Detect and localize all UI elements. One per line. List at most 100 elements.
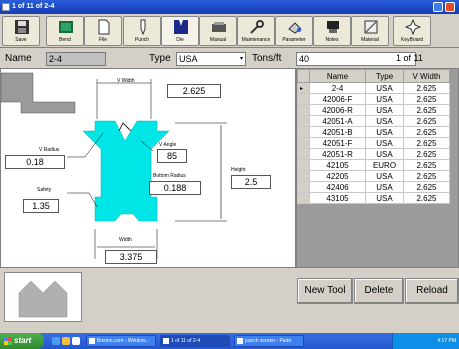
tool-table-panel: Name Type V Width ▸ 2-4 USA 2.625 42006-F US… — [296, 68, 459, 268]
row-selector-header — [297, 69, 310, 83]
taskbar-item-paint[interactable]: punch screen - Paint — [234, 335, 304, 347]
keyboard-button[interactable]: KeyBoard — [393, 16, 431, 46]
row-selector — [297, 181, 310, 193]
height-label: Height — [231, 167, 246, 173]
ie-quicklaunch-icon[interactable] — [52, 337, 60, 345]
width-input[interactable]: 3.375 — [105, 250, 157, 264]
punch-icon — [140, 19, 146, 35]
row-selector — [297, 137, 310, 149]
row-selector — [297, 170, 310, 182]
cell-type: USA — [365, 126, 404, 138]
v-width-input[interactable]: 2.625 — [167, 84, 221, 98]
windows-logo-icon — [4, 337, 12, 345]
cell-v-width: 2.625 — [403, 148, 450, 160]
cell-type: USA — [365, 82, 404, 94]
row-selector — [297, 93, 310, 105]
type-select[interactable]: USA ▾ — [176, 52, 246, 66]
height-input[interactable]: 2.5 — [231, 175, 271, 189]
cell-type: USA — [365, 181, 404, 193]
name-field[interactable]: 2-4 — [46, 52, 106, 66]
cell-name: 42051-R — [309, 148, 366, 160]
table-row[interactable]: 42006-R USA 2.625 — [297, 104, 450, 116]
cell-type: USA — [365, 115, 404, 127]
table-row[interactable]: 42205 USA 2.625 — [297, 170, 450, 182]
title-bar[interactable]: 1 of 11 of 2-4 — [0, 0, 459, 14]
cell-type: USA — [365, 104, 404, 116]
cell-type: USA — [365, 93, 404, 105]
cell-name: 2-4 — [309, 82, 366, 94]
taskbar-item-app[interactable]: 1 of 11 of 2-4 — [160, 335, 230, 347]
cell-name: 42105 — [309, 159, 366, 171]
notes-icon — [327, 21, 339, 33]
name-label: Name — [5, 53, 32, 64]
task-label: punch screen - Paint — [245, 338, 291, 344]
bottom-radius-label: Bottom Radius — [153, 173, 186, 179]
save-button[interactable]: Save — [2, 16, 40, 46]
table-header-row: Name Type V Width — [297, 69, 450, 83]
cell-name: 42406 — [309, 181, 366, 193]
table-row[interactable]: 42051-R USA 2.625 — [297, 148, 450, 160]
table-row[interactable]: 42051-A USA 2.625 — [297, 115, 450, 127]
notes-button[interactable]: Notes — [313, 16, 351, 46]
desktop-quicklaunch-icon[interactable] — [72, 337, 80, 345]
die-button[interactable]: Die — [161, 16, 199, 46]
punch-button[interactable]: Punch — [123, 16, 161, 46]
table-row[interactable]: 42105 EURO 2.625 — [297, 159, 450, 171]
cell-name: 42051-A — [309, 115, 366, 127]
taskbar: start Boston.com - Window... 1 of 11 of … — [0, 333, 459, 349]
safety-input[interactable]: 1.35 — [23, 199, 59, 213]
taskbar-item-browser[interactable]: Boston.com - Window... — [86, 335, 156, 347]
column-header-type[interactable]: Type — [365, 69, 404, 83]
new-tool-button[interactable]: New Tool — [297, 278, 353, 304]
current-row-indicator: ▸ — [297, 82, 310, 94]
die-thumbnail-image — [18, 280, 68, 318]
file-button[interactable]: File — [84, 16, 122, 46]
folder-quicklaunch-icon[interactable] — [62, 337, 70, 345]
type-label: Type — [149, 53, 171, 64]
bottom-radius-input[interactable]: 0.188 — [149, 181, 201, 195]
column-header-v-width[interactable]: V Width — [403, 69, 450, 83]
file-icon — [98, 19, 110, 35]
app-window: 1 of 11 of 2-4 Save Bend File Punch Die … — [0, 0, 459, 349]
maintenance-button[interactable]: Maintenance — [237, 16, 275, 46]
cell-name: 42006-R — [309, 104, 366, 116]
material-button[interactable]: Material — [351, 16, 389, 46]
start-button[interactable]: start — [0, 333, 44, 349]
clock[interactable]: 4:17 PM — [437, 338, 456, 344]
type-select-value: USA — [179, 54, 198, 64]
table-row[interactable]: 43105 USA 2.625 — [297, 192, 450, 204]
manual-button[interactable]: Manual — [199, 16, 237, 46]
cell-name: 42006-F — [309, 93, 366, 105]
cell-v-width: 2.625 — [403, 159, 450, 171]
bend-button[interactable]: Bend — [46, 16, 84, 46]
parameter-icon — [288, 22, 302, 34]
column-header-name[interactable]: Name — [309, 69, 366, 83]
app-task-icon — [163, 338, 169, 344]
table-row[interactable]: 42051-B USA 2.625 — [297, 126, 450, 138]
v-angle-input[interactable]: 85 — [157, 149, 187, 163]
table-row[interactable]: 42406 USA 2.625 — [297, 181, 450, 193]
close-button[interactable] — [445, 2, 455, 12]
die-icon — [174, 20, 188, 34]
tool-header-row: Name 2-4 Type USA ▾ Tons/ft 40 1 of 11 — [0, 50, 459, 68]
table-row[interactable]: 42051-F USA 2.625 — [297, 137, 450, 149]
die-thumbnail — [4, 272, 82, 322]
minimize-button[interactable] — [433, 2, 443, 12]
table-row[interactable]: ▸ 2-4 USA 2.625 — [297, 82, 450, 94]
cell-name: 42205 — [309, 170, 366, 182]
v-radius-input[interactable]: 0.18 — [5, 155, 65, 169]
system-tray: 4:17 PM — [392, 333, 459, 349]
cell-v-width: 2.625 — [403, 104, 450, 116]
cell-v-width: 2.625 — [403, 137, 450, 149]
die-profile-drawing — [1, 72, 227, 259]
cell-v-width: 2.625 — [403, 181, 450, 193]
table-row[interactable]: 42006-F USA 2.625 — [297, 93, 450, 105]
row-selector — [297, 159, 310, 171]
die-drawing-panel: V Width 2.625 V Radius 0.18 V Angle 85 B… — [0, 68, 296, 268]
reload-button[interactable]: Reload — [405, 278, 459, 304]
delete-button[interactable]: Delete — [354, 278, 404, 304]
row-selector — [297, 115, 310, 127]
cell-v-width: 2.625 — [403, 126, 450, 138]
parameter-button[interactable]: Parameter — [275, 16, 313, 46]
manual-icon — [212, 22, 226, 32]
